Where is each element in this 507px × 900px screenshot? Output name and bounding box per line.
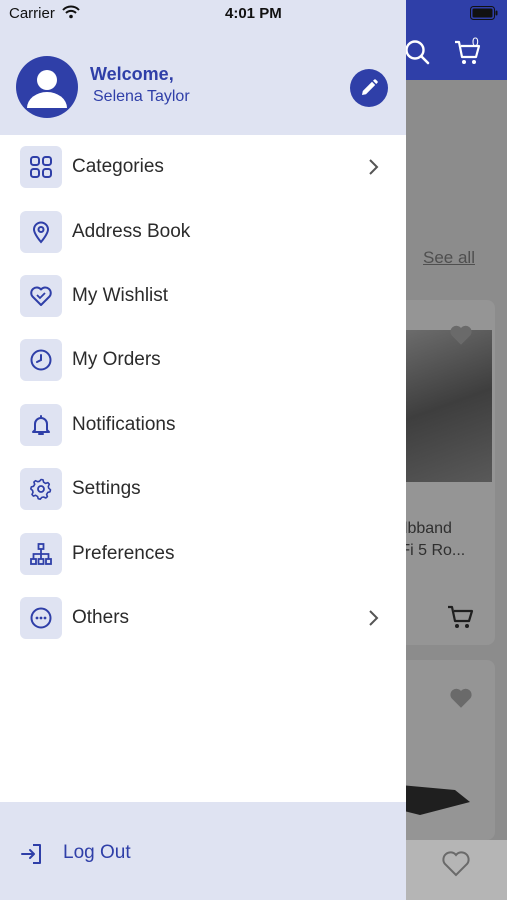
carrier-label: Carrier [9, 5, 55, 22]
icon-box [20, 468, 62, 511]
menu-item-label: My Wishlist [72, 284, 169, 306]
user-icon [27, 70, 67, 108]
icon-box [20, 596, 62, 639]
drawer-menu: Categories Address Book My Wishlist My O… [0, 135, 406, 650]
product-image [395, 330, 492, 482]
menu-item-preferences[interactable]: Preferences [0, 521, 406, 585]
menu-item-categories[interactable]: Categories [0, 135, 406, 199]
heart-icon [30, 286, 52, 306]
router-image [400, 785, 470, 815]
clock-icon [30, 349, 52, 371]
avatar[interactable] [16, 56, 78, 118]
menu-item-label: Others [72, 606, 130, 628]
icon-box [20, 210, 62, 253]
menu-item-orders[interactable]: My Orders [0, 328, 406, 392]
logout-icon[interactable] [20, 842, 44, 866]
grid-icon [30, 156, 52, 179]
more-dots-icon [30, 607, 52, 629]
heart-icon[interactable] [448, 685, 474, 711]
menu-item-label: Address Book [72, 220, 191, 242]
hierarchy-icon [30, 542, 52, 565]
icon-box [20, 146, 62, 189]
navigation-drawer: Welcome, Selena Taylor Categories Addres… [0, 0, 406, 900]
edit-profile-button[interactable] [350, 69, 388, 107]
chevron-right-icon [369, 159, 379, 175]
wishlist-tab-icon[interactable] [440, 848, 472, 880]
menu-item-wishlist[interactable]: My Wishlist [0, 264, 406, 328]
logout-button[interactable]: Log Out [63, 842, 131, 864]
heart-icon[interactable] [448, 322, 474, 348]
cart-icon[interactable] [452, 36, 484, 68]
location-pin-icon [32, 221, 50, 244]
add-to-cart-icon[interactable] [446, 603, 476, 631]
icon-box [20, 403, 62, 446]
pencil-icon [362, 79, 378, 95]
icon-box [20, 532, 62, 575]
menu-item-label: Preferences [72, 542, 175, 564]
battery-icon [470, 6, 498, 20]
menu-item-label: Settings [72, 478, 141, 500]
see-all-link[interactable]: See all [423, 248, 475, 268]
icon-box [20, 274, 62, 317]
chevron-right-icon [369, 610, 379, 626]
status-time: 4:01 PM [225, 5, 282, 22]
search-icon[interactable] [403, 38, 431, 66]
menu-item-settings[interactable]: Settings [0, 457, 406, 521]
user-name: Selena Taylor [93, 88, 190, 105]
wifi-icon [62, 5, 80, 19]
bell-icon [32, 414, 50, 435]
menu-item-address-book[interactable]: Address Book [0, 199, 406, 263]
menu-item-label: Notifications [72, 413, 176, 435]
menu-item-label: Categories [72, 156, 164, 178]
icon-box [20, 339, 62, 382]
gear-icon [30, 478, 52, 501]
menu-item-notifications[interactable]: Notifications [0, 393, 406, 457]
drawer-footer: Log Out [0, 802, 406, 900]
menu-item-label: My Orders [72, 349, 161, 371]
menu-item-others[interactable]: Others [0, 586, 406, 650]
cart-count-badge: 0 [472, 35, 479, 49]
status-bar: Carrier 4:01 PM [0, 0, 507, 28]
welcome-text: Welcome, [90, 64, 174, 84]
